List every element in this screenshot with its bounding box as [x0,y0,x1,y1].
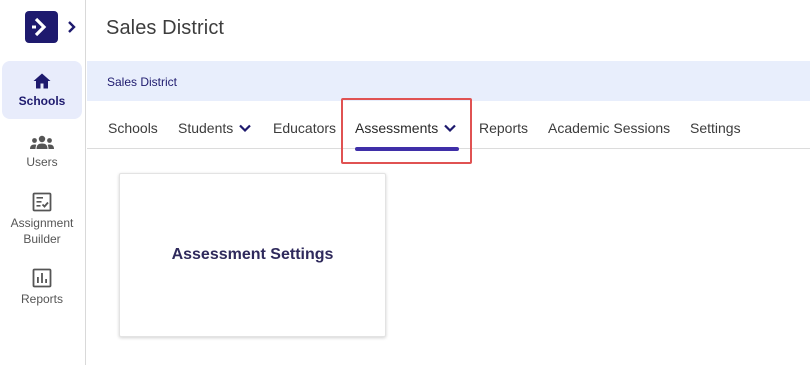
tab-academic-sessions[interactable]: Academic Sessions [548,120,670,136]
tab-students[interactable]: Students [178,120,252,136]
page-title: Sales District [106,17,225,39]
tab-label: Assessments [355,120,439,136]
breadcrumb-item[interactable]: Sales District [107,75,177,89]
chevron-right-icon[interactable] [64,17,80,37]
tab-assessments[interactable]: Assessments [355,120,457,136]
tab-settings[interactable]: Settings [690,120,741,136]
sidebar-item-schools[interactable]: Schools [2,61,82,119]
home-icon [33,73,51,89]
tab-bar: Schools Students Educators Assessments R… [87,106,810,151]
tab-label: Schools [108,120,158,136]
sidebar-item-label: Users [26,155,58,169]
sidebar-item-assignment-builder[interactable]: Assignment Builder [2,192,82,248]
tab-label: Settings [690,120,741,136]
tab-label: Students [178,120,234,136]
active-tab-indicator [355,147,459,151]
assignment-icon [32,192,52,212]
tab-educators[interactable]: Educators [273,120,336,136]
users-icon [30,135,54,149]
tab-label: Educators [273,120,337,136]
rail-header [0,0,86,54]
chevron-down-icon [239,124,252,132]
tab-schools[interactable]: Schools [108,120,158,136]
card-title: Assessment Settings [171,246,334,263]
bar-chart-icon [32,268,52,288]
breadcrumb: Sales District [87,61,810,101]
sidebar-item-label: Reports [20,292,64,306]
tab-reports[interactable]: Reports [479,120,528,136]
sidebar-item-label: Assignment Builder [10,216,74,246]
tab-label: Academic Sessions [548,120,671,136]
left-navigation-rail: Schools Users Assignment Builder Reports [0,0,86,365]
sidebar-item-users[interactable]: Users [2,134,82,174]
assessment-settings-card[interactable]: Assessment Settings [119,173,386,337]
arrow-logo-icon[interactable] [25,11,58,43]
sidebar-item-reports[interactable]: Reports [2,268,82,308]
chevron-down-icon [444,124,457,132]
app-window: Schools Users Assignment Builder Reports… [0,0,810,365]
sidebar-item-label: Schools [18,94,66,108]
tab-label: Reports [479,120,529,136]
